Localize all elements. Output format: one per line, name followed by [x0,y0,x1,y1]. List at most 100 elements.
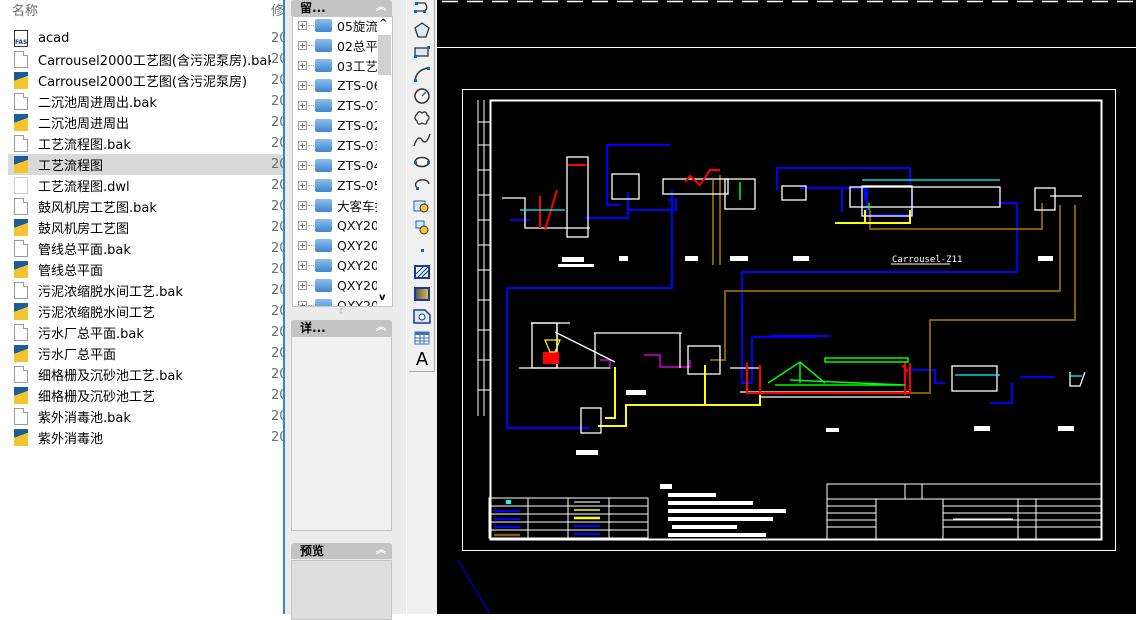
insert-block-icon[interactable] [412,196,432,216]
scrollbar-thumb[interactable] [378,35,391,75]
tree-item[interactable]: +02总平面 [293,35,390,55]
file-row[interactable]: 污泥浓缩脱水间工艺 20 [8,301,283,322]
file-row[interactable]: 细格栅及沉砂池工艺 20 [8,385,283,406]
file-row[interactable]: Carrousel2000工艺图(含污泥泵房) 20 [8,70,283,91]
tree-item[interactable]: + QXY200 [293,275,387,295]
file-row[interactable]: 污水厂总平面 20 [8,343,283,364]
table-icon[interactable] [412,328,432,348]
folder-icon [315,298,332,306]
tree-item-label: ZTS-03 [337,137,382,153]
dwg-file-icon [14,303,28,320]
tree-item[interactable]: +03工艺流 [293,55,390,75]
column-header-name[interactable]: 名称 [12,0,38,19]
collapse-icon[interactable]: ︽ [376,543,386,559]
file-row[interactable]: 管线总平面 20 [8,259,283,280]
expand-icon[interactable]: + [298,80,307,90]
rectangle-icon[interactable] [412,42,432,62]
make-block-icon[interactable] [412,218,432,238]
tree-item[interactable]: + ZTS-05 [293,175,382,195]
ellipse-icon[interactable] [412,152,432,172]
expand-icon[interactable]: + [298,220,307,230]
revision-cloud-icon[interactable] [412,108,432,128]
file-row[interactable]: 二沉池周进周出.bak 20 [8,91,283,112]
preview-header: 预览 ︽ [291,543,392,559]
expand-icon[interactable]: + [298,100,307,110]
hatch-icon[interactable] [412,262,432,282]
file-date: 20 [271,283,283,298]
tree-item[interactable]: + ZTS-02 [293,115,382,135]
tree-item[interactable]: + ZTS-03 [293,135,382,155]
tree-scrollbar[interactable]: ^ v [377,17,392,306]
expand-icon[interactable]: + [298,280,307,290]
collapse-icon[interactable]: ︽ [376,320,386,336]
arc-icon[interactable] [412,64,432,84]
tree-item[interactable]: +05旋流沉 [293,17,390,35]
expand-icon[interactable]: + [298,260,307,270]
process-flow-drawing: Carrousel-Z11 [437,0,1136,615]
expand-icon[interactable]: + [298,240,307,250]
tree-item[interactable]: + QXY200 [293,255,387,275]
polygon-icon[interactable] [412,20,432,40]
collapse-icon[interactable]: ︽ [376,0,386,16]
file-row[interactable]: 工艺流程图.bak 20 [8,133,283,154]
circle-icon[interactable] [412,86,432,106]
file-row[interactable]: 工艺流程图.dwl 20 [8,175,283,196]
expand-icon[interactable]: + [298,120,307,130]
polyline-icon[interactable] [412,0,432,20]
file-name: Carrousel2000工艺图(含污泥泵房) [38,75,248,90]
multiline-text-icon[interactable]: A [412,349,432,370]
file-row[interactable]: FAS acad 20 [8,28,283,49]
folder-icon [315,218,332,232]
file-name: 工艺流程图.bak [38,138,131,153]
file-row[interactable]: Carrousel2000工艺图(含污泥泵房).bak20 [8,49,283,70]
tree-item[interactable]: + QXY200 [293,295,387,306]
region-icon[interactable] [412,306,432,326]
expand-icon[interactable]: + [298,140,307,150]
file-row[interactable]: 紫外消毒池 20 [8,427,283,448]
ellipse-arc-icon[interactable] [412,174,432,194]
spline-icon[interactable] [412,130,432,150]
scroll-down-icon[interactable]: v [379,292,386,303]
drawing-canvas[interactable]: Carrousel-Z11 [437,0,1136,615]
tree-item[interactable]: + ZTS-06 [293,75,382,95]
file-row[interactable]: 紫外消毒池.bak 20 [8,406,283,427]
expand-icon[interactable]: + [298,200,307,210]
dwg-file-icon [14,387,28,404]
tree-item[interactable]: + ZTS-04 [293,155,382,175]
file-row[interactable]: 鼓风机房工艺图 20 [8,217,283,238]
gradient-icon[interactable] [412,284,432,304]
expand-icon[interactable]: + [298,180,307,190]
splitter-handle-icon[interactable]: ⇕ [337,307,345,317]
file-name: 鼓风机房工艺图.bak [38,201,157,216]
clarifier-truss [739,182,909,386]
point-icon[interactable] [412,240,432,260]
dwg-file-icon [14,261,28,278]
file-name: 工艺流程图 [38,159,104,174]
file-row[interactable]: 细格栅及沉砂池工艺.bak 20 [8,364,283,385]
tree-item[interactable]: + QXY200 [293,215,387,235]
file-row[interactable]: 二沉池周进周出 20 [8,112,283,133]
file-date: 20 [271,157,283,172]
file-row[interactable]: 污水厂总平面.bak 20 [8,322,283,343]
blank-file-icon [14,324,28,341]
expand-icon[interactable]: + [298,160,307,170]
expand-icon[interactable]: + [298,40,307,50]
tree-item[interactable]: + QXY200 [293,235,387,255]
file-date: 20 [271,52,283,67]
file-name: 紫外消毒池 [38,432,104,447]
tree-item[interactable]: + 大客车抄 [293,195,387,215]
column-header-modified[interactable]: 修 [271,0,283,19]
file-row[interactable]: 管线总平面.bak 20 [8,238,283,259]
scroll-up-icon[interactable]: ^ [379,18,387,29]
file-date: 20 [271,388,283,403]
file-row[interactable]: 污泥浓缩脱水间工艺.bak 20 [8,280,283,301]
expand-icon[interactable]: + [298,20,307,30]
file-row[interactable]: 鼓风机房工艺图.bak 20 [8,196,283,217]
tree-item[interactable]: + ZTS-01 [293,95,382,115]
expand-icon[interactable]: + [298,300,307,306]
file-date: 20 [271,31,283,46]
structures [502,156,1086,434]
expand-icon[interactable]: + [298,60,307,70]
file-date: 20 [271,199,283,214]
file-row[interactable]: 工艺流程图 20 [8,154,283,175]
